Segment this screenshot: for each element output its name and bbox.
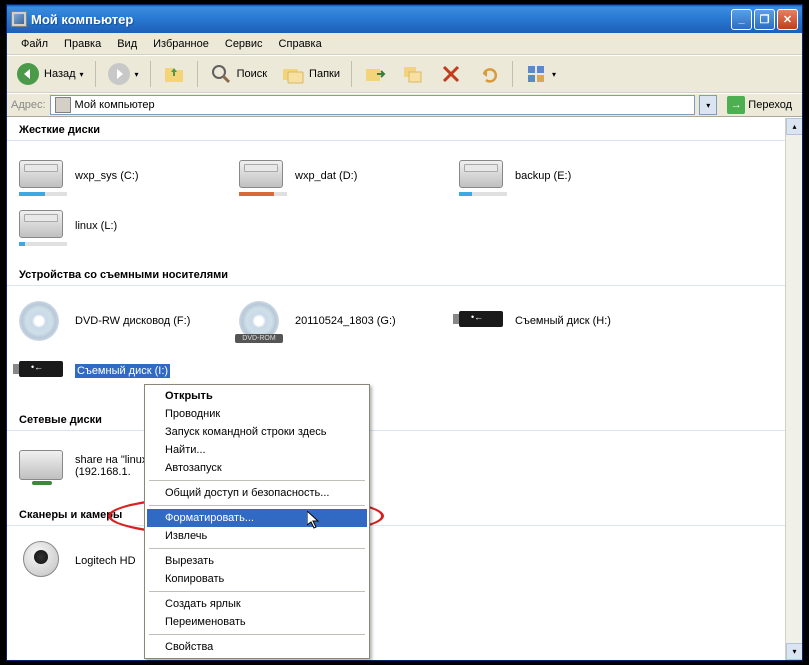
views-icon [524, 62, 548, 86]
address-label: Адрес: [11, 99, 46, 111]
folders-icon [281, 62, 305, 86]
views-button[interactable]: ▾ [519, 59, 561, 89]
titlebar: Мой компьютер _ ❐ ✕ [7, 5, 802, 33]
hdd-icon [19, 160, 63, 188]
menubar: Файл Правка Вид Избранное Сервис Справка [7, 33, 802, 55]
hdd-icon [459, 160, 503, 188]
address-bar: Адрес: Мой компьютер ▾ → Переход [7, 93, 802, 117]
go-button[interactable]: → Переход [721, 94, 798, 116]
app-icon [11, 11, 27, 27]
forward-icon [107, 62, 131, 86]
drive-item[interactable]: DVD-ROM 20110524_1803 (G:) [235, 296, 455, 346]
close-button[interactable]: ✕ [777, 9, 798, 30]
go-icon: → [727, 96, 745, 114]
move-to-icon [363, 62, 387, 86]
ctx-find[interactable]: Найти... [147, 441, 367, 459]
undo-button[interactable] [472, 59, 506, 89]
copy-to-button[interactable] [396, 59, 430, 89]
menu-file[interactable]: Файл [13, 36, 56, 52]
drive-item[interactable]: wxp_sys (C:) [15, 151, 235, 201]
window-title: Мой компьютер [31, 12, 731, 27]
folders-button[interactable]: Папки [276, 59, 345, 89]
maximize-button[interactable]: ❐ [754, 9, 775, 30]
ctx-format[interactable]: Форматировать... [147, 509, 367, 527]
menu-tools[interactable]: Сервис [217, 36, 271, 52]
up-button[interactable] [157, 59, 191, 89]
search-button[interactable]: Поиск [204, 59, 272, 89]
ctx-shortcut[interactable]: Создать ярлык [147, 595, 367, 613]
dvd-icon [19, 301, 59, 341]
network-drive-icon [19, 450, 63, 480]
drive-item[interactable]: linux (L:) [15, 201, 235, 251]
ctx-eject[interactable]: Извлечь [147, 527, 367, 545]
search-icon [209, 62, 233, 86]
drive-item[interactable]: backup (E:) [455, 151, 675, 201]
ctx-properties[interactable]: Свойства [147, 638, 367, 656]
ctx-rename[interactable]: Переименовать [147, 613, 367, 631]
drive-item[interactable]: wxp_dat (D:) [235, 151, 455, 201]
copy-to-icon [401, 62, 425, 86]
vertical-scrollbar[interactable]: ▴ ▾ [785, 118, 802, 660]
minimize-button[interactable]: _ [731, 9, 752, 30]
menu-edit[interactable]: Правка [56, 36, 109, 52]
section-network: Сетевые диски [7, 408, 802, 431]
explorer-window: Мой компьютер _ ❐ ✕ Файл Правка Вид Избр… [6, 4, 803, 661]
scroll-up-button[interactable]: ▴ [786, 118, 802, 135]
ctx-sharing[interactable]: Общий доступ и безопасность... [147, 484, 367, 502]
move-to-button[interactable] [358, 59, 392, 89]
drive-item[interactable]: Съемный диск (H:) [455, 296, 675, 346]
ctx-autorun[interactable]: Автозапуск [147, 459, 367, 477]
ctx-open[interactable]: Открыть [147, 387, 367, 405]
ctx-cut[interactable]: Вырезать [147, 552, 367, 570]
section-hdd: Жесткие диски [7, 118, 802, 141]
menu-help[interactable]: Справка [271, 36, 330, 52]
forward-button[interactable]: ▾ [102, 59, 144, 89]
drive-item[interactable]: DVD-RW дисковод (F:) [15, 296, 235, 346]
menu-view[interactable]: Вид [109, 36, 145, 52]
address-input[interactable]: Мой компьютер [50, 95, 696, 115]
scroll-down-button[interactable]: ▾ [786, 643, 802, 660]
ctx-explorer[interactable]: Проводник [147, 405, 367, 423]
computer-icon [55, 97, 71, 113]
undo-icon [477, 62, 501, 86]
dropdown-icon: ▾ [552, 70, 556, 79]
usb-icon [459, 311, 503, 327]
ctx-copy[interactable]: Копировать [147, 570, 367, 588]
hdd-icon [19, 210, 63, 238]
dropdown-icon: ▾ [135, 70, 139, 79]
content-pane: Жесткие диски wxp_sys (C:) wxp_dat (D:) … [7, 117, 802, 660]
dropdown-icon: ▾ [80, 70, 84, 79]
delete-button[interactable] [434, 59, 468, 89]
back-icon [16, 62, 40, 86]
webcam-icon [23, 541, 59, 577]
address-dropdown[interactable]: ▾ [699, 95, 717, 115]
folder-up-icon [162, 62, 186, 86]
context-menu: Открыть Проводник Запуск командной строк… [144, 384, 370, 659]
dvd-rom-icon: DVD-ROM [239, 301, 279, 341]
hdd-icon [239, 160, 283, 188]
section-scanners: Сканеры и камеры [7, 503, 802, 526]
delete-icon [439, 62, 463, 86]
toolbar: Назад ▾ ▾ Поиск Папки [7, 55, 802, 93]
back-button[interactable]: Назад ▾ [11, 59, 89, 89]
section-removable: Устройства со съемными носителями [7, 263, 802, 286]
usb-icon [19, 361, 63, 377]
ctx-cmd[interactable]: Запуск командной строки здесь [147, 423, 367, 441]
menu-favorites[interactable]: Избранное [145, 36, 217, 52]
